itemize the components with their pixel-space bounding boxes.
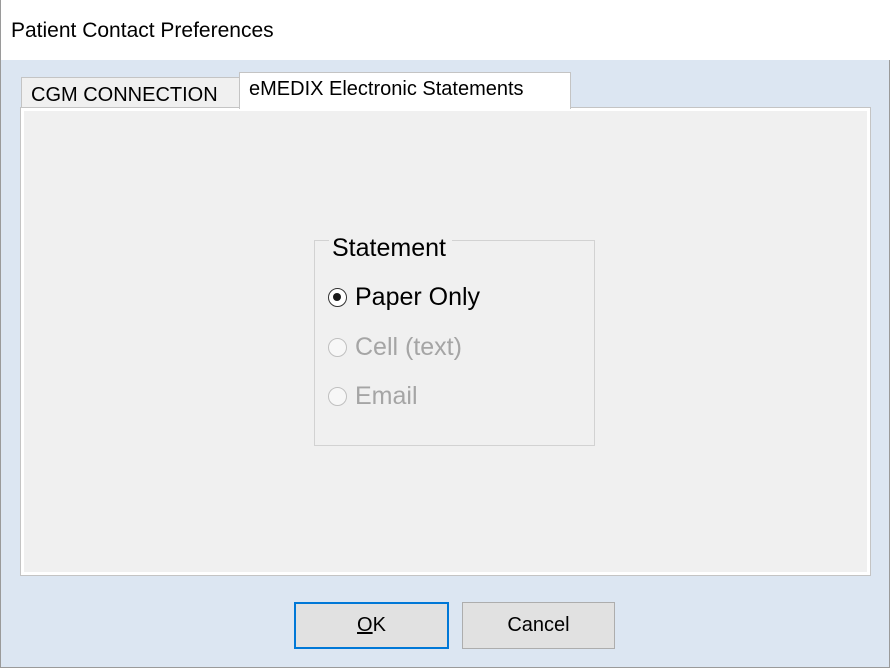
radio-dot (333, 292, 341, 301)
radio-cell-text: Cell (text) (328, 332, 462, 362)
radio-selected-icon[interactable] (328, 287, 347, 307)
radio-unselected-icon (328, 386, 347, 406)
radio-unselected-icon (328, 337, 347, 357)
ok-mnemonic: O (357, 614, 373, 636)
radio-paper-only[interactable]: Paper Only (328, 282, 480, 312)
window-title: Patient Contact Preferences (11, 19, 274, 42)
ok-label-rest: K (372, 614, 386, 636)
tab-emedix-electronic-statements[interactable]: eMEDIX Electronic Statements (239, 72, 571, 109)
dialog-window: Patient Contact Preferences CGM CONNECTI… (0, 0, 891, 668)
title-bar: Patient Contact Preferences (1, 0, 891, 60)
statement-group-legend: Statement (329, 234, 452, 263)
radio-email: Email (328, 381, 418, 411)
tab-cgm-connection[interactable]: CGM CONNECTION (21, 77, 241, 107)
radio-email-label: Email (355, 381, 418, 410)
radio-cell-text-label: Cell (text) (355, 332, 462, 361)
cancel-button[interactable]: Cancel (462, 602, 615, 649)
radio-paper-only-label[interactable]: Paper Only (355, 283, 480, 312)
ok-button[interactable]: OK (294, 602, 449, 649)
